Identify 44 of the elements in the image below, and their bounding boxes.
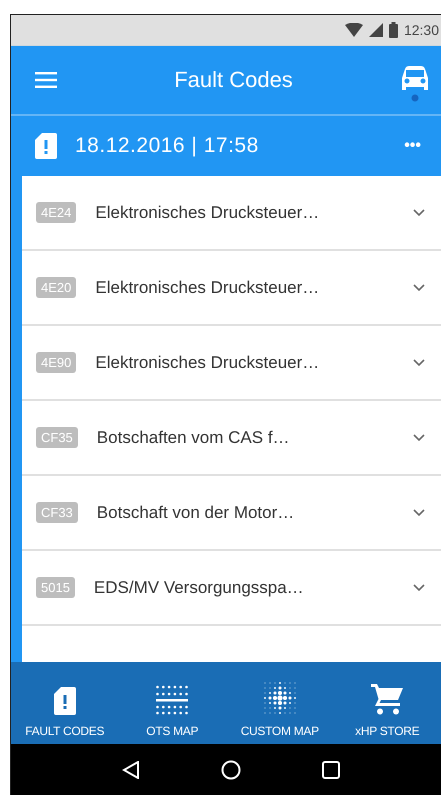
fault-description: Elektronisches Drucksteuer… [95,352,320,372]
status-time: 12:30 [404,22,439,38]
fault-description: Elektronisches Drucksteuer… [95,278,320,298]
nav-tab[interactable]: xHP STORE [334,662,441,744]
recents-icon[interactable] [322,761,340,779]
fault-description: Botschaften vom CAS f… [96,428,291,448]
chevron-down-icon[interactable] [413,508,425,516]
back-icon[interactable] [122,761,140,779]
fault-code-badge: 4E90 [36,352,76,373]
home-icon[interactable] [220,760,241,780]
signal-icon [368,23,383,37]
chevron-down-icon[interactable] [413,284,425,292]
chevron-down-icon[interactable] [413,208,425,216]
alert-card-icon [54,687,76,715]
nav-tab[interactable]: CUSTOM MAP [226,662,334,744]
fault-code-badge: 5015 [36,577,75,598]
fault-row[interactable]: 5015 EDS/MV Versorgungsspa… [22,551,441,626]
nav-tab[interactable]: OTS MAP [118,662,226,744]
menu-icon[interactable] [35,72,57,88]
fault-row[interactable]: 4E24 Elektronisches Drucksteuer… [22,176,441,251]
chevron-down-icon[interactable] [413,584,425,592]
cart-icon [371,683,404,715]
battery-icon [388,22,398,38]
fault-row[interactable]: CF35 Botschaften vom CAS f… [22,401,441,476]
fault-row[interactable]: 4E90 Elektronisches Drucksteuer… [22,326,441,401]
fault-description: Elektronisches Drucksteuer… [95,202,320,222]
fault-description: Botschaft von der Motor… [96,502,296,522]
chevron-down-icon[interactable] [413,434,425,442]
fault-row[interactable]: 4E20 Elektronisches Drucksteuer… [22,251,441,326]
nav-tab[interactable]: FAULT CODES [11,662,118,744]
car-icon[interactable] [400,66,430,102]
fault-code-badge: CF33 [36,502,78,523]
dot-grid-icon [156,685,188,715]
alert-card-icon [35,133,57,159]
fault-row[interactable]: CF33 Botschaft von der Motor… [22,476,441,551]
app-title: Fault Codes [173,67,294,93]
fault-code-badge: 4E20 [36,277,76,298]
session-timestamp: 18.12.2016 | 17:58 [75,134,260,158]
chevron-down-icon[interactable] [413,358,425,366]
fault-description: EDS/MV Versorgungsspa… [94,578,305,598]
fault-code-badge: CF35 [36,427,78,448]
fault-code-badge: 4E24 [36,202,76,223]
dot-pattern-icon [262,681,297,715]
wifi-icon [344,23,363,37]
